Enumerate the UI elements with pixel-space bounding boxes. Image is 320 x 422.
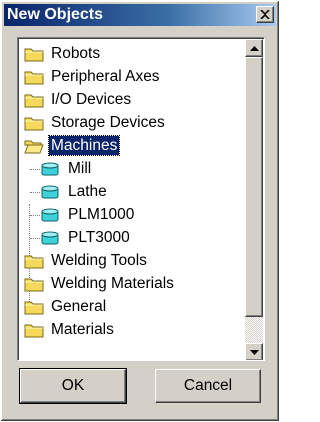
arrow-down-icon (249, 349, 259, 355)
folder-icon (24, 69, 49, 85)
tree-item-label: Welding Materials (51, 275, 174, 292)
tree-item-folder[interactable]: General (24, 295, 108, 318)
tree-item-folder[interactable]: Peripheral Axes (24, 65, 162, 88)
tree-item-machine[interactable]: Lathe (40, 180, 109, 203)
machine-icon (40, 230, 66, 246)
tree-item-machine[interactable]: PLT3000 (40, 226, 132, 249)
tree-item-folder[interactable]: I/O Devices (24, 88, 133, 111)
tree-item-label: Mill (68, 160, 92, 177)
tree-item-label: Robots (51, 45, 101, 62)
open-folder-icon (24, 138, 49, 154)
tree-item-label: Lathe (68, 183, 107, 200)
tree-item-folder[interactable]: Welding Materials (24, 272, 176, 295)
tree-item-folder[interactable]: Storage Devices (24, 111, 167, 134)
tree-item-machine[interactable]: PLM1000 (40, 203, 136, 226)
folder-icon (24, 92, 49, 108)
tree-connector-branch (30, 238, 40, 239)
tree-item-label: Welding Tools (51, 252, 147, 269)
tree-connector-branch (30, 192, 40, 193)
tree-item-label: Materials (51, 321, 114, 338)
tree-item-label: General (51, 298, 107, 315)
tree-item-label: PLM1000 (68, 206, 135, 223)
tree-item-label: Storage Devices (51, 114, 165, 131)
folder-icon (24, 276, 49, 292)
dialog-title: New Objects (7, 6, 104, 23)
machine-icon (40, 161, 66, 177)
arrow-up-icon (249, 45, 259, 51)
machine-icon (40, 184, 66, 200)
ok-button[interactable]: OK (19, 368, 127, 404)
close-button[interactable] (256, 6, 274, 23)
tree-item-label: Machines (47, 135, 121, 156)
tree-item-label: PLT3000 (68, 229, 130, 246)
vertical-scrollbar[interactable] (245, 39, 263, 360)
tree-item-folder[interactable]: Materials (24, 318, 116, 341)
tree-item-folder[interactable]: Machines (24, 134, 121, 157)
scroll-thumb[interactable] (245, 57, 263, 317)
folder-icon (24, 322, 49, 338)
tree-connector-branch (30, 169, 40, 170)
folder-icon (24, 46, 49, 62)
tree-item-folder[interactable]: Welding Tools (24, 249, 149, 272)
folder-icon (24, 115, 49, 131)
tree-list: Robots Peripheral Axes I/O Devices Storage … (18, 38, 244, 360)
title-bar[interactable]: New Objects (4, 4, 276, 26)
tree-item-label: Peripheral Axes (51, 68, 160, 85)
tree-connector-branch (30, 215, 40, 216)
scroll-down-button[interactable] (245, 343, 263, 360)
folder-icon (24, 253, 49, 269)
cancel-button[interactable]: Cancel (155, 369, 261, 403)
machine-icon (40, 207, 66, 223)
close-icon (260, 10, 270, 19)
object-tree[interactable]: Robots Peripheral Axes I/O Devices Storage … (17, 37, 265, 361)
scroll-up-button[interactable] (245, 39, 263, 57)
folder-icon (24, 299, 49, 315)
tree-item-machine[interactable]: Mill (40, 157, 93, 180)
tree-item-folder[interactable]: Robots (24, 42, 102, 65)
tree-item-label: I/O Devices (51, 91, 132, 108)
new-objects-dialog: New Objects Robots Peripheral Axes I/O Dev… (0, 0, 280, 422)
